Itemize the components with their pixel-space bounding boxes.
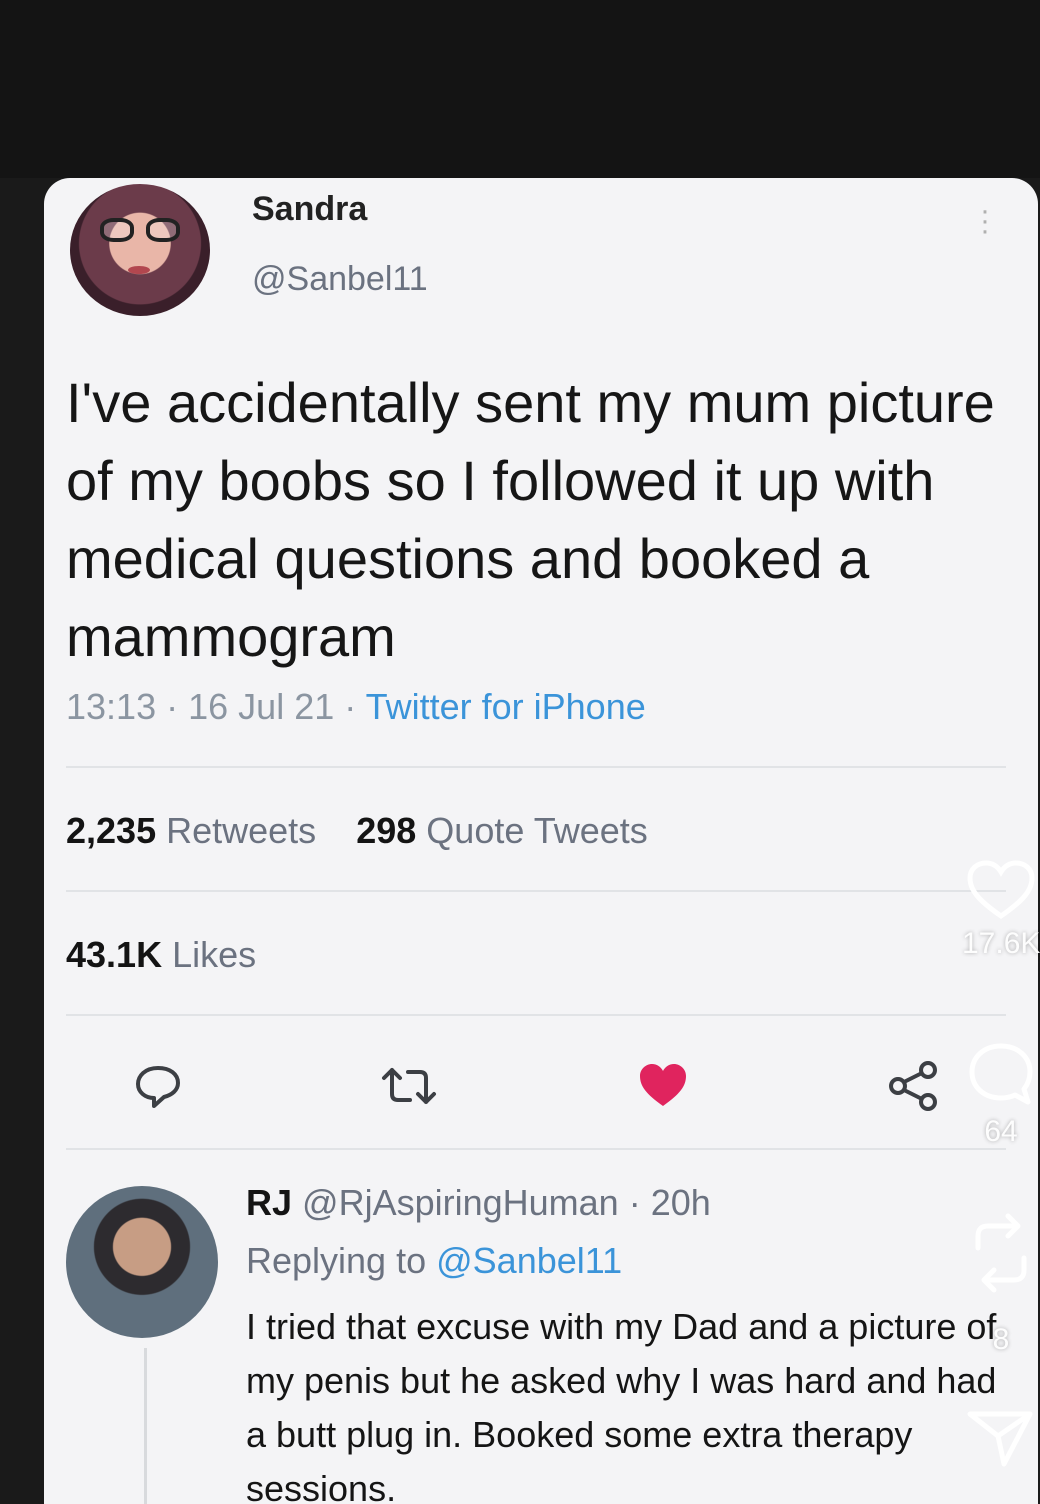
author-avatar[interactable] bbox=[70, 184, 210, 316]
quotes-count: 298 bbox=[356, 810, 417, 851]
author-name[interactable]: Sandra bbox=[252, 190, 367, 229]
quotes-stat[interactable]: 298 Quote Tweets bbox=[356, 810, 648, 851]
heart-outline-icon bbox=[967, 860, 1035, 920]
meta-separator: · bbox=[628, 1182, 641, 1223]
comment-icon bbox=[969, 1043, 1033, 1105]
repost-icon bbox=[975, 1213, 1027, 1293]
reply-author-name[interactable]: RJ bbox=[246, 1182, 292, 1223]
tweet-screenshot-card: Sandra @Sanbel11 · · · I've accidentally s… bbox=[44, 178, 1038, 1504]
overlay-repost-count: 8 bbox=[992, 1323, 1010, 1356]
speech-bubble-icon[interactable] bbox=[132, 1062, 184, 1110]
avatar-lips bbox=[128, 266, 150, 274]
overlay-send[interactable] bbox=[962, 1400, 1040, 1475]
tweet-text: I've accidentally sent my mum picture of… bbox=[66, 371, 995, 668]
top-dark-bar bbox=[0, 0, 1040, 178]
divider bbox=[66, 890, 1006, 892]
retweets-stat[interactable]: 2,235 Retweets bbox=[66, 810, 316, 851]
meta-separator: · bbox=[344, 686, 357, 727]
overlay-repost[interactable]: 8 bbox=[962, 1208, 1040, 1357]
tweet-source[interactable]: Twitter for iPhone bbox=[366, 686, 646, 727]
retweet-icon[interactable] bbox=[376, 1064, 442, 1108]
heart-filled-icon[interactable] bbox=[636, 1060, 690, 1110]
author-handle[interactable]: @Sanbel11 bbox=[252, 260, 428, 299]
likes-stat[interactable]: 43.1K Likes bbox=[66, 934, 256, 976]
reply-header: RJ @RjAspiringHuman · 20h bbox=[246, 1182, 711, 1224]
replying-to: Replying to @Sanbel11 bbox=[246, 1240, 622, 1282]
reply-author-handle[interactable]: @RjAspiringHuman bbox=[302, 1182, 619, 1223]
reply-author-avatar[interactable] bbox=[66, 1186, 218, 1338]
share-icon[interactable] bbox=[886, 1060, 944, 1112]
likes-count: 43.1K bbox=[66, 934, 163, 975]
overlay-comment[interactable]: 64 bbox=[962, 1040, 1040, 1149]
overlay-like-count: 17.6K bbox=[962, 927, 1040, 960]
meta-separator: · bbox=[166, 686, 179, 727]
more-options-icon[interactable]: · · · bbox=[980, 196, 990, 246]
quotes-label: Quote Tweets bbox=[426, 810, 648, 851]
tweet-time: 13:13 bbox=[66, 686, 157, 727]
replying-prefix: Replying to bbox=[246, 1240, 427, 1281]
reply-text: I tried that excuse with my Dad and a pi… bbox=[246, 1306, 997, 1504]
thread-line bbox=[144, 1348, 147, 1504]
divider bbox=[66, 1148, 1006, 1150]
likes-label: Likes bbox=[172, 934, 257, 975]
retweets-label: Retweets bbox=[166, 810, 317, 851]
avatar-glasses bbox=[100, 218, 180, 244]
retweets-count: 2,235 bbox=[66, 810, 157, 851]
send-icon bbox=[967, 1411, 1033, 1467]
overlay-comment-count: 64 bbox=[984, 1115, 1018, 1148]
tweet-action-bar bbox=[44, 1046, 1038, 1126]
replying-handle[interactable]: @Sanbel11 bbox=[436, 1240, 622, 1281]
divider bbox=[66, 1014, 1006, 1016]
retweet-quote-stats: 2,235 Retweets 298 Quote Tweets bbox=[66, 810, 648, 852]
tweet-date: 16 Jul 21 bbox=[188, 686, 335, 727]
reply-age: 20h bbox=[650, 1182, 711, 1223]
tweet-meta: 13:13 · 16 Jul 21 · Twitter for iPhone bbox=[66, 686, 646, 728]
divider bbox=[66, 766, 1006, 768]
overlay-like[interactable]: 17.6K bbox=[962, 858, 1040, 961]
